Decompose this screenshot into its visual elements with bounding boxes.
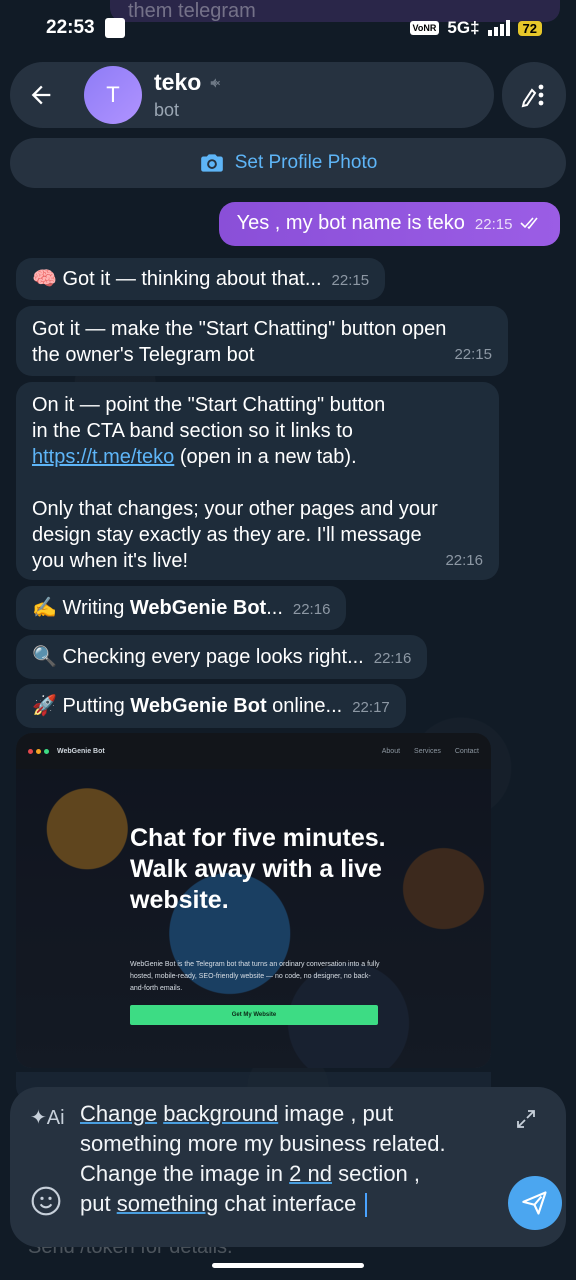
message-text: Putting [62, 695, 131, 717]
bot-name: WebGenie Bot [130, 695, 267, 717]
incoming-message-deploying[interactable]: 🚀 Putting WebGenie Bot online... 22:17 [16, 684, 406, 728]
preview-nav-links: About Services Contact [382, 748, 479, 755]
incoming-message-checking[interactable]: 🔍 Checking every page looks right... 22:1… [16, 635, 428, 679]
back-arrow-icon [31, 85, 51, 105]
input-text: something more my business related. [80, 1131, 446, 1156]
message-line: Only that changes; your other pages and … [32, 498, 438, 520]
expand-button[interactable] [514, 1107, 538, 1136]
message-input[interactable]: Change background image , put something … [80, 1099, 500, 1219]
input-text: Change the image in [80, 1161, 290, 1186]
preview-cta-button: Get My Website [130, 1005, 378, 1025]
rocket-icon: 🚀 [32, 695, 57, 717]
incoming-message-thinking[interactable]: 🧠 Got it — thinking about that... 22:15 [16, 258, 386, 300]
message-time: 22:15 [474, 216, 513, 233]
incoming-message-writing[interactable]: ✍️ Writing WebGenie Bot... 22:16 [16, 586, 347, 630]
text-cursor [364, 1193, 367, 1218]
back-button[interactable] [10, 64, 72, 126]
message-time: 22:17 [352, 699, 390, 716]
message-line: the owner's Telegram bot [32, 344, 255, 366]
preview-nav-about: About [381, 747, 401, 755]
home-indicator[interactable] [212, 1263, 364, 1268]
message-line: On it — point the "Start Chatting" butto… [32, 394, 386, 416]
message-text: Yes , my bot name is teko [236, 212, 465, 234]
preview-navbar: WebGenie Bot About Services Contact [16, 733, 491, 769]
muted-icon [211, 77, 221, 88]
preview-headline: Chat for five minutes. Walk away with a … [130, 824, 386, 914]
message-text: Checking every page looks right... [62, 646, 364, 668]
chat-header[interactable]: T teko bot [10, 62, 494, 128]
preview-nav-contact: Contact [454, 747, 479, 755]
status-time: 22:53 [46, 17, 95, 38]
chat-title: teko [154, 69, 223, 96]
message-text: ... [266, 597, 283, 619]
input-text: chat interface [218, 1191, 363, 1216]
edit-more-icon [521, 84, 544, 108]
preview-hero: Chat for five minutes. Walk away with a … [16, 769, 491, 1068]
message-text: Writing [62, 597, 130, 619]
brain-icon: 🧠 [32, 268, 57, 290]
avatar[interactable]: T [84, 66, 142, 124]
input-word: background [163, 1101, 279, 1126]
send-icon [522, 1191, 547, 1215]
brand-dots-icon [28, 748, 49, 754]
preview-subtext: WebGenie Bot is the Telegram bot that tu… [130, 961, 380, 992]
preview-brand: WebGenie Bot [57, 747, 105, 755]
input-word: Change [80, 1101, 158, 1126]
vonr-icon: VoNR [409, 21, 440, 35]
message-time: 22:15 [331, 272, 370, 289]
bot-name: WebGenie Bot [129, 597, 267, 619]
signal-icon [487, 20, 510, 36]
chat-info[interactable]: teko bot [154, 69, 223, 121]
ai-writing-icon[interactable]: ✦Ai [30, 1105, 65, 1130]
message-time: 22:15 [454, 346, 492, 363]
input-text: section , [331, 1161, 421, 1186]
input-word: something [116, 1191, 219, 1216]
camera-icon [200, 154, 223, 172]
input-word: 2 nd [289, 1161, 332, 1186]
message-text: online... [266, 695, 343, 717]
website-preview-image[interactable]: WebGenie Bot About Services Contact Chat… [16, 733, 491, 1068]
message-time: 22:16 [292, 601, 331, 618]
magnifier-icon: 🔍 [32, 646, 57, 668]
preview-nav-services: Services [414, 747, 441, 755]
telegram-link[interactable]: https://t.me/teko [32, 446, 174, 468]
notification-icon [104, 18, 125, 38]
incoming-message-details[interactable]: On it — point the "Start Chatting" butto… [16, 382, 499, 580]
chat-subtitle: bot [154, 100, 180, 120]
message-line: Got it — make the "Start Chatting" butto… [32, 318, 447, 340]
network-label: 5G‡ [447, 18, 480, 37]
message-text: (open in a new tab). [174, 446, 357, 468]
message-text: Got it — thinking about that... [62, 268, 322, 290]
writing-hand-icon: ✍️ [32, 597, 57, 619]
message-time: 22:16 [445, 552, 483, 569]
message-line: in the CTA band section so it links to [32, 420, 353, 442]
expand-icon [517, 1110, 535, 1128]
status-bar: 22:53 VoNR 5G‡ 72 [0, 0, 576, 56]
incoming-message-plan[interactable]: Got it — make the "Start Chatting" butto… [16, 306, 508, 376]
status-right: VoNR 5G‡ 72 [409, 18, 542, 38]
set-profile-photo-label: Set Profile Photo [234, 152, 378, 173]
smiley-icon [31, 1186, 61, 1216]
message-line: you when it's live! [32, 550, 189, 572]
message-time: 22:16 [373, 650, 412, 667]
read-checks-icon [520, 217, 538, 230]
message-line: design stay exactly as they are. I'll me… [32, 524, 422, 546]
send-button[interactable] [508, 1176, 562, 1230]
more-menu-button[interactable] [502, 62, 566, 128]
chat-name: teko [154, 69, 202, 95]
emoji-button[interactable] [30, 1185, 62, 1222]
input-text: image , put [278, 1101, 394, 1126]
set-profile-photo-button[interactable]: Set Profile Photo [10, 138, 566, 188]
message-line: https://t.me/teko (open in a new tab). [32, 444, 483, 470]
battery-icon: 72 [517, 20, 542, 36]
outgoing-message[interactable]: Yes , my bot name is teko 22:15 [218, 202, 560, 246]
message-composer[interactable]: ✦Ai Change background image , put someth… [10, 1087, 566, 1247]
input-text: put [80, 1191, 117, 1216]
